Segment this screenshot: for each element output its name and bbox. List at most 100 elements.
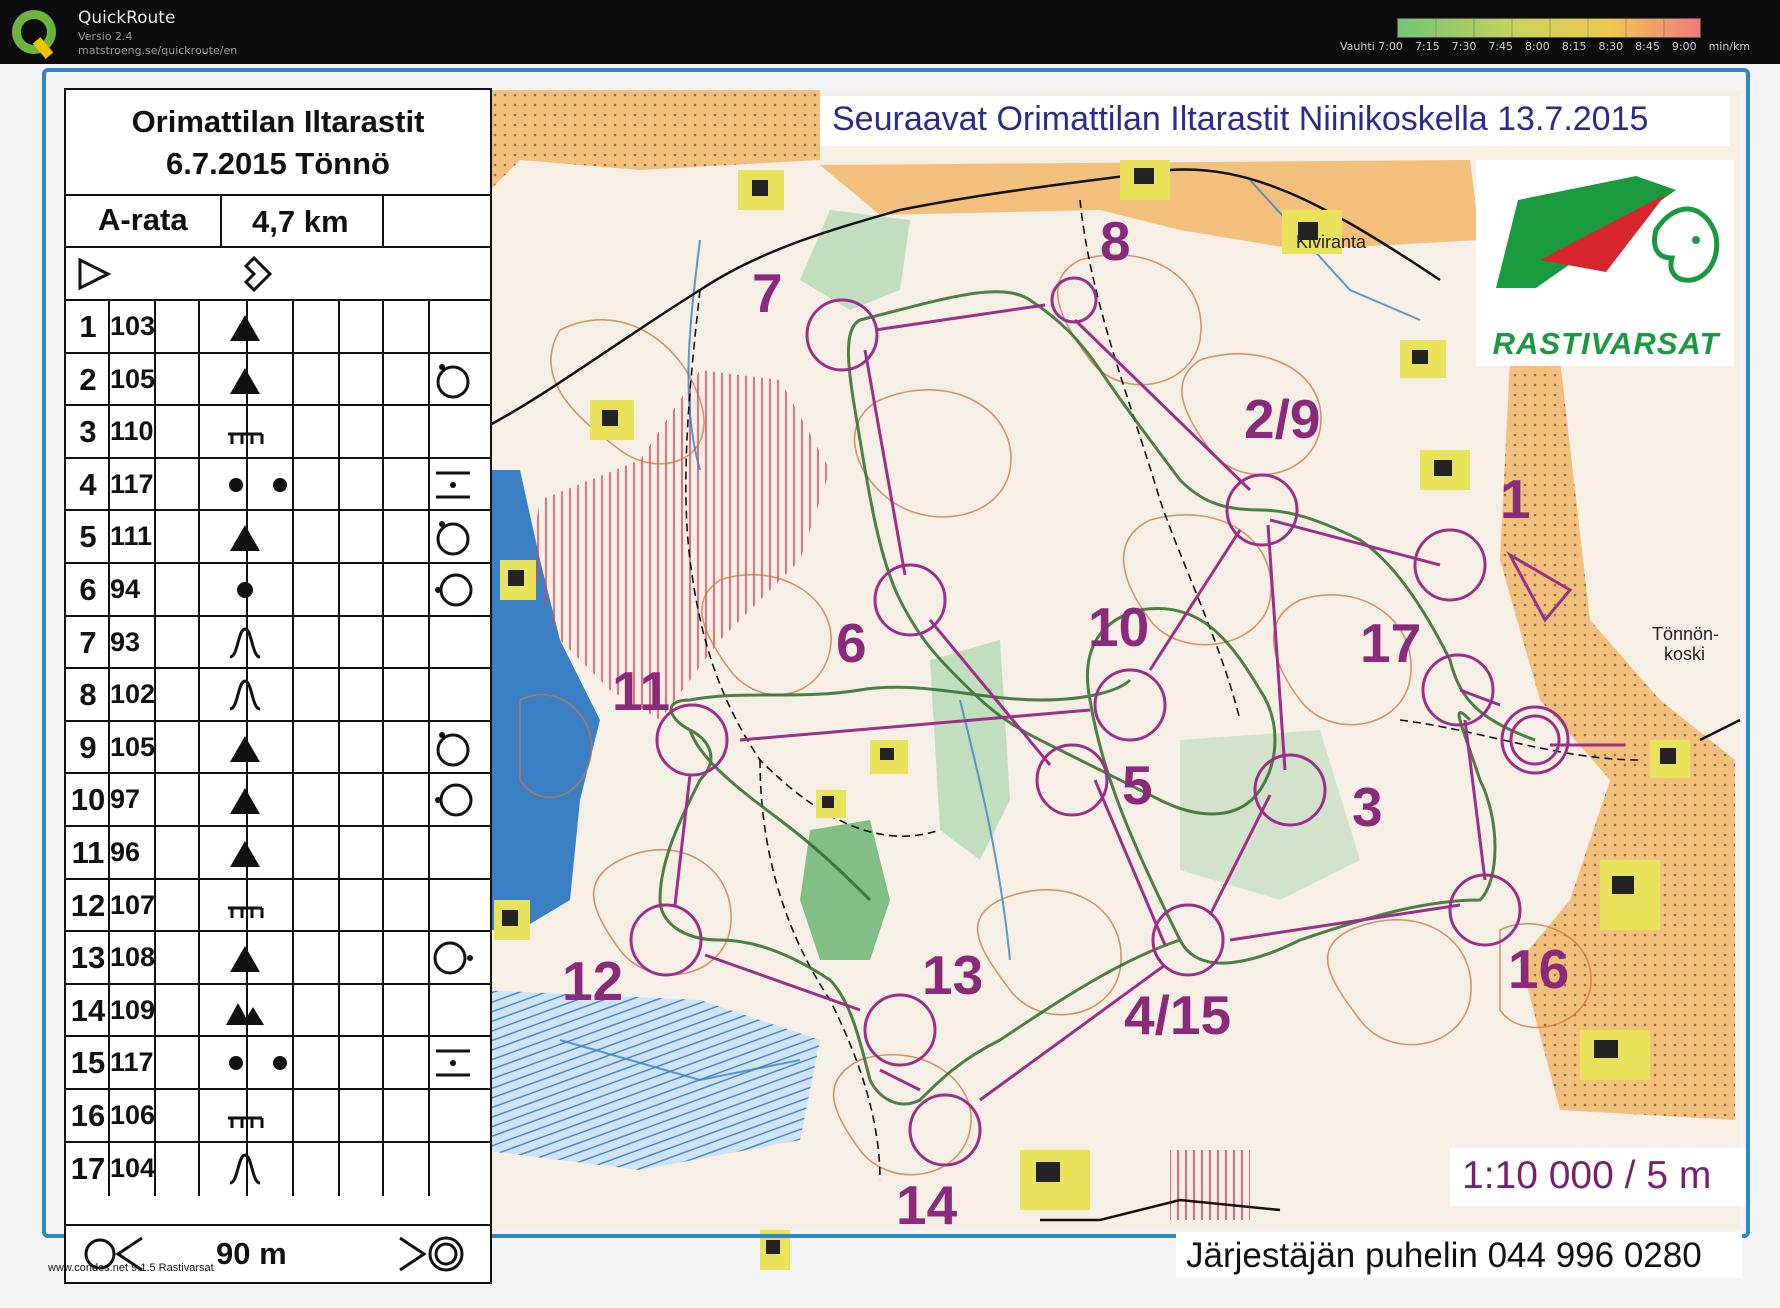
cliff-icon (228, 1116, 264, 1128)
cd-control-number: 10 (70, 782, 106, 818)
boulder-triangle-icon (230, 525, 260, 552)
cd-control-number: 5 (79, 519, 97, 555)
cd-control-number: 2 (79, 361, 97, 397)
boulder-triangle-icon (230, 735, 260, 762)
control-label-2-9: 2/9 (1244, 388, 1321, 450)
place-name-tonnonkoski-2: koski (1664, 644, 1706, 664)
control-description-sheet: Orimattilan Iltarastit 6.7.2015 Tönnö A-… (64, 88, 492, 1284)
cd-control-code: 117 (110, 1047, 154, 1078)
cd-control-number: 15 (70, 1045, 106, 1081)
cd-control-row: 12 107 (66, 877, 490, 933)
cd-course-length: 4,7 km (252, 204, 349, 239)
cd-control-row: 4 117 (66, 456, 490, 512)
cd-control-row: 5 111 (66, 509, 490, 565)
cd-course-row: A-rata 4,7 km (66, 194, 490, 248)
knoll-dot-icon (237, 582, 253, 598)
cd-control-code: 105 (110, 731, 156, 762)
cd-control-code: 103 (110, 311, 156, 341)
cd-course-name: A-rata (98, 202, 188, 237)
cd-control-code: 109 (110, 994, 156, 1025)
cd-control-number: 11 (71, 835, 105, 870)
between-icon (436, 1049, 470, 1077)
location-side-icon (433, 941, 473, 975)
cd-control-row: 3 110 (66, 404, 490, 460)
cd-control-code: 111 (110, 521, 153, 552)
cd-control-row: 8 102 (66, 667, 490, 723)
cliff-icon (228, 906, 264, 918)
control-label-5: 5 (1122, 754, 1153, 816)
cd-event-name: Orimattilan Iltarastit (131, 104, 425, 139)
knoll-dot-icon (229, 1056, 243, 1071)
cd-control-number: 4 (79, 466, 97, 502)
cd-control-row: 17 104 (66, 1140, 490, 1196)
cd-control-code: 110 (110, 416, 154, 447)
knoll-dot-icon (273, 477, 287, 492)
road-crossing-icon (243, 255, 273, 293)
cd-control-row: 13 108 (66, 930, 490, 986)
cd-control-code: 96 (110, 837, 141, 867)
control-label-1: 1 (1500, 468, 1531, 530)
cd-control-number: 3 (79, 414, 97, 450)
cd-control-code: 106 (110, 1100, 156, 1130)
boulder-triangle-icon (230, 788, 260, 815)
cd-control-number: 13 (70, 940, 106, 976)
cd-control-number: 16 (70, 1098, 106, 1133)
cd-event-date-place: 6.7.2015 Tönnö (166, 146, 390, 181)
boulder-triangle-icon (230, 315, 260, 341)
cd-control-code: 104 (110, 1152, 156, 1183)
cd-control-number: 8 (79, 677, 97, 713)
cd-control-row: 1 103 (66, 299, 490, 354)
location-side-icon (436, 521, 470, 556)
location-side-icon (436, 363, 470, 399)
cd-control-number: 12 (70, 887, 106, 923)
control-label-8: 8 (1100, 210, 1131, 272)
cd-start-row (66, 246, 490, 301)
cd-control-code: 108 (110, 942, 156, 973)
cd-control-row: 2 105 (66, 351, 490, 407)
control-label-7: 7 (752, 262, 783, 324)
cd-control-row: 15 117 (66, 1035, 490, 1091)
map-scale: 1:10 000 / 5 m (1462, 1154, 1712, 1197)
cd-control-number: 6 (79, 572, 97, 607)
cd-control-number: 14 (70, 992, 106, 1028)
cd-control-row: 14 109 (66, 982, 490, 1038)
boulder-group-icon (226, 1002, 264, 1025)
cd-control-row: 7 93 (66, 614, 490, 670)
control-label-12: 12 (562, 950, 624, 1012)
boulder-triangle-icon (230, 946, 260, 973)
control-label-3: 3 (1352, 776, 1383, 838)
control-label-4-15: 4/15 (1124, 984, 1232, 1046)
cd-control-row: 6 94 (66, 562, 490, 617)
cd-control-number: 17 (70, 1150, 106, 1186)
location-side-icon (436, 731, 470, 767)
cd-control-code: 102 (110, 679, 156, 710)
cd-control-row: 16 106 (66, 1088, 490, 1143)
cd-control-number: 7 (79, 624, 97, 660)
control-label-16: 16 (1508, 938, 1570, 1000)
control-label-6: 6 (836, 612, 867, 674)
organizer-phone: Järjestäjän puhelin 044 996 0280 (1186, 1236, 1702, 1275)
cd-control-row: 9 105 (66, 719, 490, 775)
location-side-icon (435, 573, 473, 607)
control-label-13: 13 (922, 944, 984, 1006)
between-icon (436, 471, 470, 499)
cd-control-code: 117 (110, 468, 154, 499)
finish-circle-icon (399, 1236, 464, 1272)
cd-control-code: 107 (110, 889, 156, 920)
spur-icon (229, 1153, 261, 1185)
cd-control-code: 93 (110, 626, 141, 657)
next-event-title: Seuraavat Orimattilan Iltarastit Niiniko… (832, 100, 1649, 138)
boulder-triangle-icon (230, 841, 260, 867)
cd-control-number: 9 (79, 729, 97, 765)
place-name-tonnonkoski-1: Tönnön- (1652, 624, 1720, 644)
cd-footer: www.condes.net 9.1.5 Rastivarsat (48, 1262, 214, 1274)
cd-control-code: 105 (110, 363, 156, 394)
cd-finish-distance: 90 m (216, 1236, 287, 1271)
control-label-11: 11 (612, 660, 671, 722)
rastivarsat-horse-logo-icon (1496, 176, 1720, 288)
cd-control-code: 97 (110, 784, 141, 815)
boulder-triangle-icon (230, 367, 260, 394)
cd-control-code: 94 (110, 574, 141, 604)
control-label-10: 10 (1088, 596, 1150, 658)
knoll-dot-icon (273, 1056, 287, 1071)
